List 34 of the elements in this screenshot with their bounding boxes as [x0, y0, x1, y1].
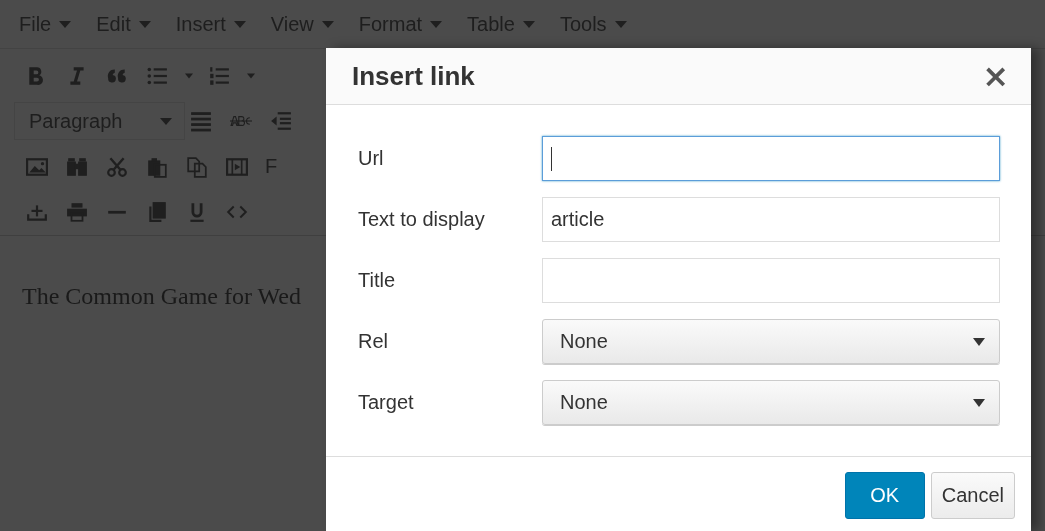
caret-icon — [614, 20, 627, 28]
field-label: Text to display — [358, 208, 486, 231]
caret-icon — [160, 117, 172, 126]
field-label: Url — [358, 147, 385, 170]
film-icon[interactable] — [225, 155, 248, 178]
caret-icon — [233, 20, 246, 28]
field-label: Rel — [358, 330, 389, 353]
select-field[interactable]: None — [542, 380, 1000, 425]
caret-icon — [321, 20, 334, 28]
close-button[interactable]: × — [978, 60, 1013, 92]
field-label: Title — [358, 269, 397, 292]
cancel-button[interactable]: Cancel — [930, 472, 1015, 519]
binoculars-icon[interactable] — [65, 155, 88, 178]
caret-icon — [973, 337, 985, 346]
printer-icon[interactable] — [65, 201, 88, 224]
caret-icon — [138, 20, 151, 28]
dialog-title: Insert link — [352, 60, 475, 92]
caret-icon — [973, 398, 985, 407]
caret-icon — [522, 20, 535, 28]
caret-icon — [59, 20, 72, 28]
input-field[interactable] — [542, 136, 1000, 181]
select-field[interactable]: None — [542, 319, 1000, 364]
text-cursor — [551, 146, 552, 171]
scissors-icon[interactable] — [105, 155, 128, 178]
paste-icon[interactable] — [145, 155, 168, 178]
align-justify-icon[interactable] — [189, 110, 212, 133]
caret-icon — [430, 20, 443, 28]
field-label: Target — [358, 391, 415, 414]
ok-button[interactable]: OK — [844, 472, 925, 519]
image-icon[interactable] — [25, 155, 48, 178]
numbered-list-icon[interactable] — [207, 64, 230, 87]
copy-icon[interactable] — [185, 155, 208, 178]
input-field[interactable]: article — [542, 197, 1000, 242]
outdent-icon[interactable] — [269, 110, 292, 133]
